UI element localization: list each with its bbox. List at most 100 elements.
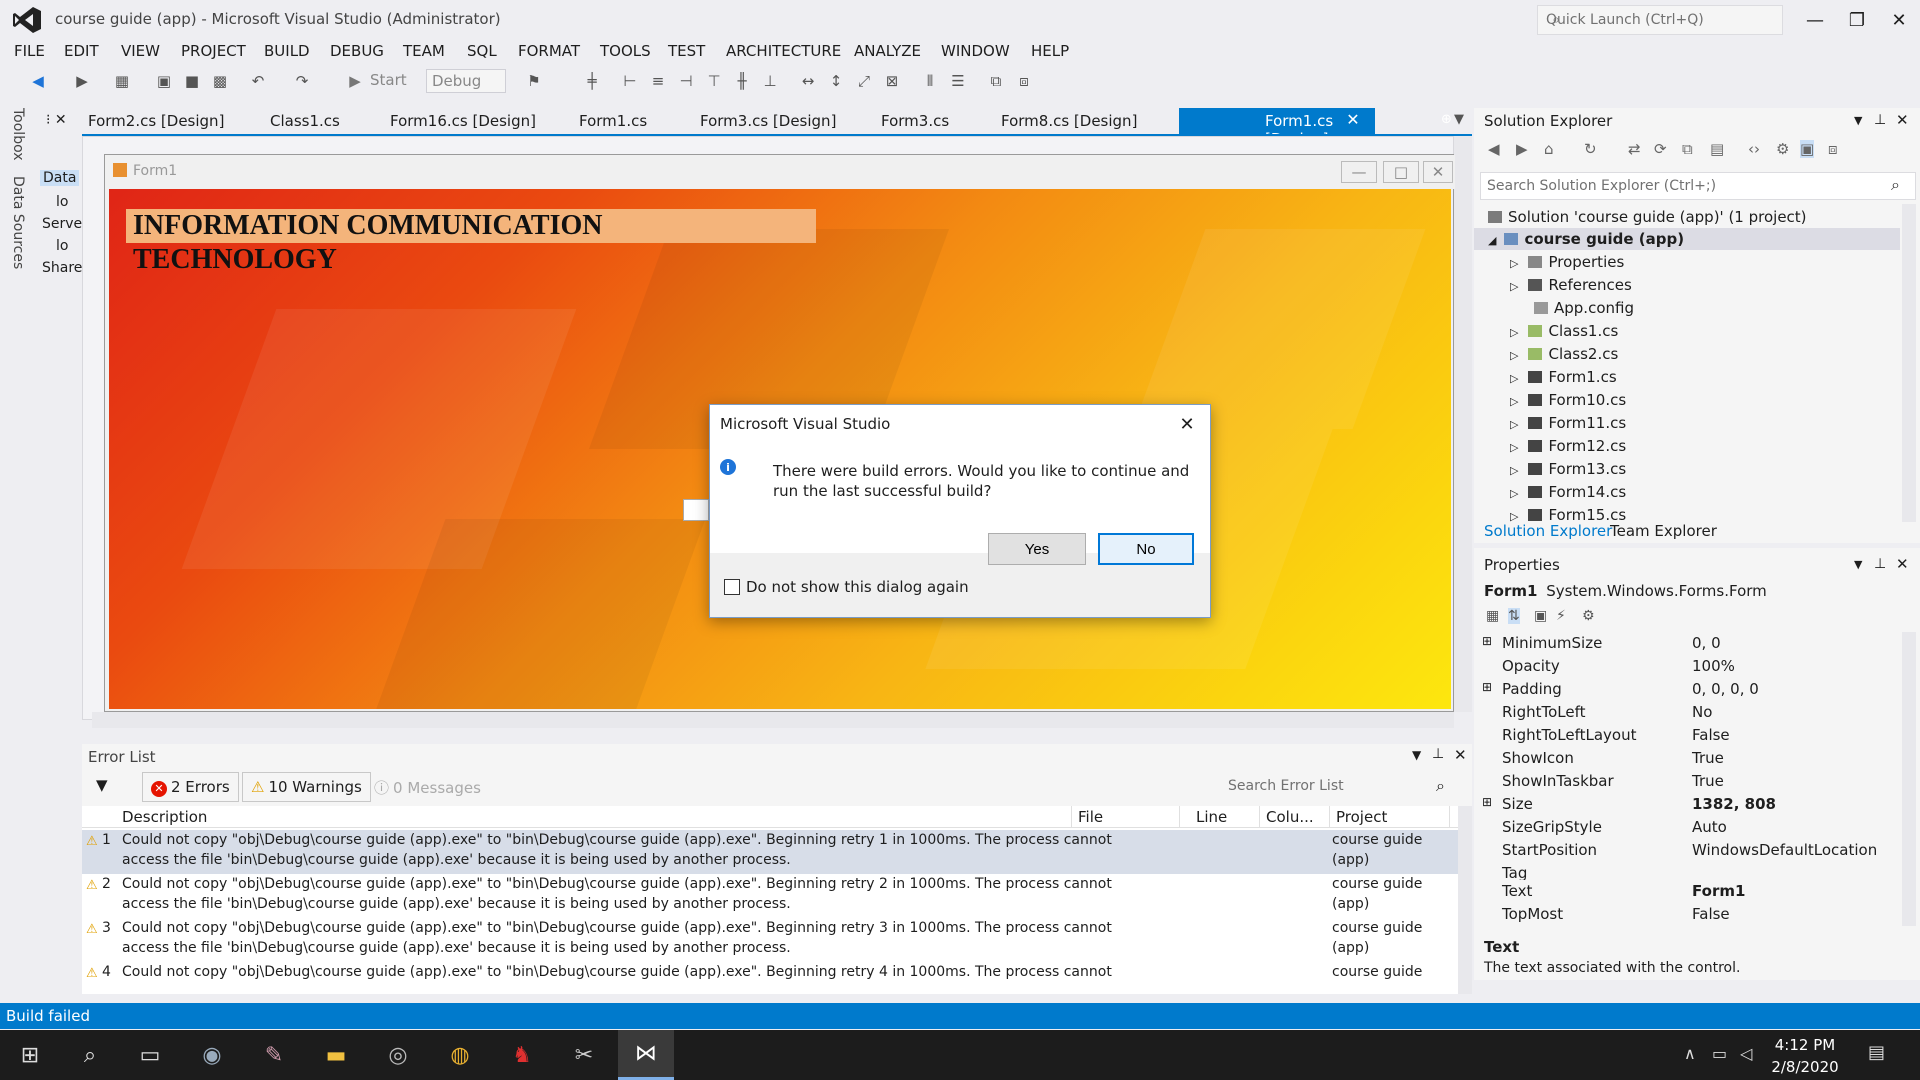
menu-file[interactable]: FILE: [14, 42, 45, 60]
properties-icon[interactable]: ⚙: [1776, 140, 1789, 158]
notifications-icon[interactable]: ▤: [1868, 1042, 1885, 1063]
align-left-icon[interactable]: ⊢: [620, 71, 640, 91]
property-row[interactable]: RightToLeftLayout False: [1488, 724, 1904, 747]
tree-item-class1[interactable]: ▷ Class1.cs: [1510, 320, 1618, 342]
forward-icon[interactable]: ▶: [1516, 140, 1528, 158]
align-right-icon[interactable]: ⊣: [676, 71, 696, 91]
property-row[interactable]: ⊞ Size 1382, 808: [1482, 793, 1904, 816]
open-file-icon[interactable]: ▣: [154, 71, 174, 91]
menu-sql[interactable]: SQL: [467, 42, 497, 60]
no-button[interactable]: No: [1098, 533, 1194, 565]
col-project[interactable]: Project: [1330, 806, 1450, 828]
search-error-list-input[interactable]: Search Error List ⌕: [1222, 774, 1462, 800]
align-bottom-icon[interactable]: ⊥: [760, 71, 780, 91]
col-file[interactable]: File: [1072, 806, 1180, 828]
save-all-icon[interactable]: ▩: [210, 71, 230, 91]
search-icon[interactable]: ⌕: [62, 1030, 118, 1080]
table-row[interactable]: ⚠ 2 Could not copy "obj\Debug\course gui…: [82, 874, 1458, 918]
collapse-all-icon[interactable]: ⧉: [1682, 140, 1693, 158]
menu-project[interactable]: PROJECT: [181, 42, 246, 60]
start-play-icon[interactable]: ▶: [345, 71, 365, 91]
attach-icon[interactable]: ⚑: [524, 71, 544, 91]
col-column[interactable]: Colu...: [1260, 806, 1330, 828]
object-selector[interactable]: Form1 System.Windows.Forms.Form: [1484, 582, 1914, 604]
menu-tools[interactable]: TOOLS: [600, 42, 651, 60]
start-button-label[interactable]: Start: [370, 71, 407, 89]
property-row[interactable]: Opacity 100%: [1488, 655, 1904, 678]
tab-form1-code[interactable]: Form1.cs: [579, 112, 647, 130]
back-icon[interactable]: ◀: [1488, 140, 1500, 158]
pin-icon[interactable]: ⁝ ✕: [46, 112, 67, 128]
panel-close-icon[interactable]: ✕: [1896, 111, 1909, 129]
toolbox-tab[interactable]: Toolbox: [10, 108, 26, 161]
make-same-width-icon[interactable]: ↔: [798, 71, 818, 91]
refresh-icon[interactable]: ⟳: [1654, 140, 1667, 158]
task-view-icon[interactable]: ▭: [122, 1030, 178, 1080]
col-line[interactable]: Line: [1190, 806, 1260, 828]
categorized-icon[interactable]: ▦: [1486, 608, 1499, 624]
show-all-files-icon[interactable]: ▤: [1710, 140, 1724, 158]
make-same-height-icon[interactable]: ↕: [826, 71, 846, 91]
show-hidden-icons-icon[interactable]: ∧: [1684, 1044, 1696, 1063]
property-row[interactable]: StartPosition WindowsDefaultLocation: [1488, 839, 1904, 862]
vertical-spacing-icon[interactable]: ☰: [948, 71, 968, 91]
tree-item-app-config[interactable]: App.config: [1534, 297, 1634, 319]
property-pages-icon[interactable]: ⚙: [1582, 608, 1595, 624]
tools-app-icon[interactable]: ✂: [556, 1030, 612, 1080]
tab-form3-code[interactable]: Form3.cs: [881, 112, 949, 130]
ds-item[interactable]: Share: [42, 260, 82, 276]
tree-item-form12[interactable]: ▷ Form12.cs: [1510, 435, 1626, 457]
new-project-icon[interactable]: ▦: [112, 71, 132, 91]
close-active-tab-icon[interactable]: ✕: [1341, 110, 1365, 132]
tab-overflow-icon[interactable]: ▼: [1454, 112, 1464, 127]
tab-solution-explorer[interactable]: Solution Explorer: [1484, 522, 1612, 540]
tree-item-form11[interactable]: ▷ Form11.cs: [1510, 412, 1626, 434]
solution-configuration-dropdown[interactable]: Debug: [426, 69, 506, 93]
view-code-icon[interactable]: ‹›: [1748, 140, 1760, 158]
home-icon[interactable]: ⌂: [1544, 140, 1554, 158]
send-to-back-icon[interactable]: ⧈: [1014, 71, 1034, 91]
table-row[interactable]: ⚠ 1 Could not copy "obj\Debug\course gui…: [82, 830, 1458, 874]
class-view-icon[interactable]: ⧈: [1828, 140, 1838, 158]
menu-debug[interactable]: DEBUG: [330, 42, 384, 60]
search-solution-input[interactable]: Search Solution Explorer (Ctrl+;) ⌕: [1480, 172, 1916, 200]
property-row[interactable]: ShowInTaskbar True: [1488, 770, 1904, 793]
tab-class1[interactable]: Class1.cs: [270, 112, 340, 130]
forward-icon[interactable]: ▶: [72, 71, 92, 91]
tab-form8-design[interactable]: Form8.cs [Design]: [1001, 112, 1137, 130]
menu-view[interactable]: VIEW: [121, 42, 160, 60]
pending-changes-icon[interactable]: ⇄: [1628, 140, 1641, 158]
property-row[interactable]: RightToLeft No: [1488, 701, 1904, 724]
panel-pin-icon[interactable]: ⊥: [1874, 556, 1886, 572]
property-row[interactable]: TopMost False: [1488, 903, 1904, 926]
back-icon[interactable]: ◀: [28, 71, 48, 91]
pin-tab-icon[interactable]: ⊕: [1441, 112, 1452, 127]
ds-item[interactable]: Data: [40, 170, 80, 186]
data-sources-tab[interactable]: Data Sources: [10, 176, 26, 269]
property-row[interactable]: ⊞ Padding 0, 0, 0, 0: [1482, 678, 1904, 701]
tab-team-explorer[interactable]: Team Explorer: [1610, 522, 1717, 540]
ds-item[interactable]: lo: [56, 194, 68, 210]
solution-node[interactable]: Solution 'course guide (app)' (1 project…: [1488, 206, 1807, 228]
notepad-icon[interactable]: ✎: [246, 1030, 302, 1080]
form-textbox-control[interactable]: [683, 499, 709, 521]
alphabetical-icon[interactable]: ⇅: [1508, 608, 1520, 624]
messages-filter-button[interactable]: ⓘ 0 Messages: [374, 777, 481, 798]
table-row[interactable]: ⚠ 3 Could not copy "obj\Debug\course gui…: [82, 918, 1458, 962]
restore-button[interactable]: ❐: [1836, 4, 1878, 36]
panel-pin-icon[interactable]: ⊥: [1874, 112, 1886, 128]
menu-edit[interactable]: EDIT: [64, 42, 99, 60]
property-row[interactable]: ShowIcon True: [1488, 747, 1904, 770]
project-node[interactable]: ◢ course guide (app): [1474, 228, 1900, 250]
tree-item-form14[interactable]: ▷ Form14.cs: [1510, 481, 1626, 503]
visual-studio-task-icon[interactable]: ⋈: [618, 1030, 674, 1080]
align-top-icon[interactable]: ⊤: [704, 71, 724, 91]
menu-analyze[interactable]: ANALYZE: [854, 42, 921, 60]
size-to-grid-icon[interactable]: ⤢: [854, 71, 874, 91]
tree-item-properties[interactable]: ▷ Properties: [1510, 251, 1624, 273]
dialog-close-icon[interactable]: ✕: [1174, 411, 1200, 437]
properties-view-icon[interactable]: ▣: [1534, 608, 1547, 624]
menu-test[interactable]: TEST: [668, 42, 705, 60]
preview-selected-icon[interactable]: ▣: [1800, 140, 1815, 158]
steam-icon[interactable]: ◉: [184, 1030, 240, 1080]
